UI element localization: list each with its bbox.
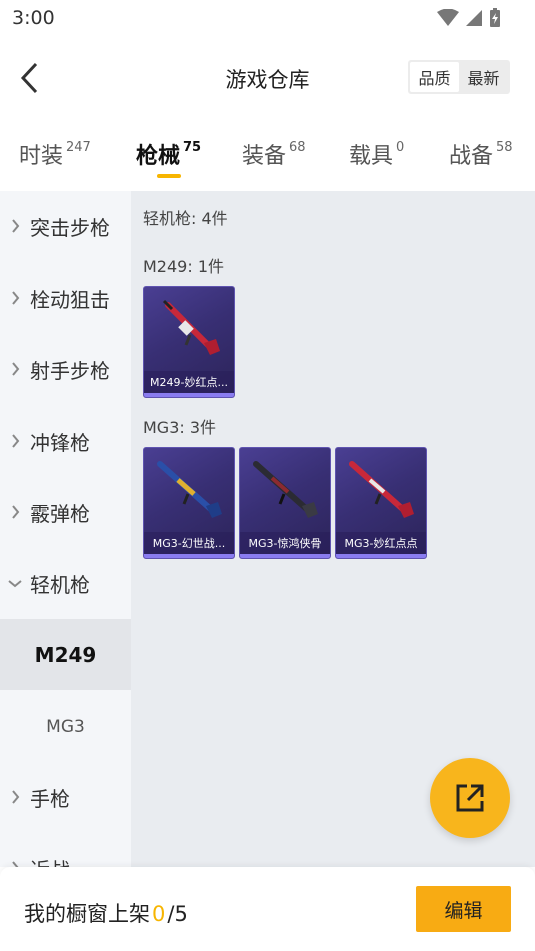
rarity-bar bbox=[336, 554, 426, 558]
inventory-item-card[interactable]: MG3-幻世战... bbox=[143, 447, 235, 559]
sidebar-item-lmg[interactable]: 轻机枪 bbox=[0, 548, 131, 618]
tab-count: 247 bbox=[66, 140, 91, 155]
chevron-right-icon bbox=[11, 434, 19, 448]
sidebar-item-bolt-sniper[interactable]: 栓动狙击 bbox=[0, 263, 131, 333]
chevron-right-icon bbox=[11, 219, 19, 233]
sidebar-item-label: M249 bbox=[34, 642, 97, 667]
item-name: MG3-妙红点点 bbox=[336, 532, 426, 554]
tab-label: 时装 bbox=[19, 144, 64, 169]
tab-supplies[interactable]: 战备 58 bbox=[449, 138, 513, 170]
tab-equipment[interactable]: 装备 68 bbox=[242, 138, 306, 170]
sidebar-item-marksman-rifle[interactable]: 射手步枪 bbox=[0, 334, 131, 404]
tab-label: 枪械 bbox=[136, 144, 181, 169]
item-name: MG3-幻世战... bbox=[144, 532, 234, 554]
tab-firearms[interactable]: 枪械 75 bbox=[136, 138, 201, 170]
sidebar-item-melee[interactable]: 近战 bbox=[0, 833, 131, 867]
wifi-icon bbox=[437, 9, 459, 26]
sidebar-item-label: 冲锋枪 bbox=[30, 430, 90, 455]
dark-mg3-gun-icon bbox=[253, 461, 318, 518]
group-title-m249: M249: 1件 bbox=[143, 257, 225, 276]
sidebar-item-label: MG3 bbox=[46, 716, 85, 737]
shelf-separator: / bbox=[167, 902, 175, 926]
chevron-right-icon bbox=[11, 505, 19, 519]
sidebar-item-label: 近战 bbox=[30, 854, 70, 868]
sort-quality-option[interactable]: 品质 bbox=[410, 62, 459, 92]
rarity-bar bbox=[240, 554, 330, 558]
sidebar-subitem-mg3[interactable]: MG3 bbox=[0, 691, 131, 762]
shelf-status: 我的橱窗上架 0 / 5 bbox=[24, 898, 188, 928]
back-button[interactable] bbox=[12, 60, 48, 96]
shelf-used-count: 0 bbox=[152, 902, 166, 926]
weapon-category-sidebar: 突击步枪 栓动狙击 射手步枪 冲锋枪 霰弹枪 轻机枪 M249 MG3 手枪 近… bbox=[0, 191, 131, 867]
header: 游戏仓库 品质 最新 bbox=[0, 50, 535, 106]
signal-icon bbox=[466, 10, 482, 26]
tab-label: 战备 bbox=[449, 144, 494, 169]
chevron-left-icon bbox=[20, 62, 38, 94]
shelf-total-count: 5 bbox=[174, 902, 188, 926]
rarity-bar bbox=[144, 554, 234, 558]
sidebar-item-label: 霰弹枪 bbox=[30, 501, 90, 526]
sidebar-item-label: 射手步枪 bbox=[30, 358, 110, 383]
tab-count: 58 bbox=[496, 140, 513, 155]
tab-label: 装备 bbox=[242, 144, 287, 169]
inventory-item-card[interactable]: MG3-惊鸿侠骨 bbox=[239, 447, 331, 559]
shelf-label: 我的橱窗上架 bbox=[24, 902, 150, 926]
status-bar: 3:00 bbox=[0, 0, 535, 36]
tab-vehicles[interactable]: 载具 0 bbox=[349, 138, 404, 170]
sort-toggle: 品质 最新 bbox=[408, 60, 510, 94]
sidebar-item-label: 栓动狙击 bbox=[30, 287, 110, 312]
item-name: M249-妙红点... bbox=[144, 371, 234, 393]
tab-count: 68 bbox=[289, 140, 306, 155]
item-name: MG3-惊鸿侠骨 bbox=[240, 532, 330, 554]
red-m249-gun-icon bbox=[162, 299, 220, 355]
red-mg3-gun-icon bbox=[349, 461, 414, 518]
sidebar-item-shotgun[interactable]: 霰弹枪 bbox=[0, 477, 131, 547]
bottom-bar: 我的橱窗上架 0 / 5 编辑 bbox=[0, 867, 535, 951]
rarity-bar bbox=[144, 393, 234, 397]
active-tab-indicator bbox=[157, 174, 181, 178]
tab-fashion[interactable]: 时装 247 bbox=[19, 138, 91, 170]
tab-count: 75 bbox=[183, 140, 202, 155]
sidebar-item-smg[interactable]: 冲锋枪 bbox=[0, 406, 131, 476]
category-tabs: 时装 247 枪械 75 装备 68 载具 0 战备 58 bbox=[0, 130, 535, 182]
inventory-item-card[interactable]: M249-妙红点... bbox=[143, 286, 235, 398]
share-button[interactable] bbox=[430, 758, 510, 838]
chevron-right-icon bbox=[11, 291, 19, 305]
group-title-mg3: MG3: 3件 bbox=[143, 418, 217, 437]
status-icons bbox=[437, 8, 501, 28]
inventory-item-card[interactable]: MG3-妙红点点 bbox=[335, 447, 427, 559]
edit-button[interactable]: 编辑 bbox=[416, 886, 511, 932]
sidebar-item-assault-rifle[interactable]: 突击步枪 bbox=[0, 191, 131, 261]
sidebar-item-label: 手枪 bbox=[30, 786, 70, 811]
sidebar-item-pistol[interactable]: 手枪 bbox=[0, 762, 131, 832]
battery-icon bbox=[490, 8, 500, 27]
blue-gold-mg3-gun-icon bbox=[157, 461, 222, 518]
share-external-icon bbox=[456, 784, 484, 812]
sidebar-subitem-m249[interactable]: M249 bbox=[0, 619, 131, 690]
status-time: 3:00 bbox=[12, 7, 55, 29]
tab-label: 载具 bbox=[349, 144, 394, 169]
sidebar-item-label: 轻机枪 bbox=[30, 572, 90, 597]
chevron-right-icon bbox=[11, 362, 19, 376]
chevron-down-icon bbox=[8, 579, 22, 587]
sort-newest-option[interactable]: 最新 bbox=[459, 62, 508, 92]
sidebar-item-label: 突击步枪 bbox=[30, 215, 110, 240]
chevron-right-icon bbox=[11, 790, 19, 804]
category-count-title: 轻机枪: 4件 bbox=[143, 209, 228, 228]
tab-count: 0 bbox=[396, 140, 405, 155]
